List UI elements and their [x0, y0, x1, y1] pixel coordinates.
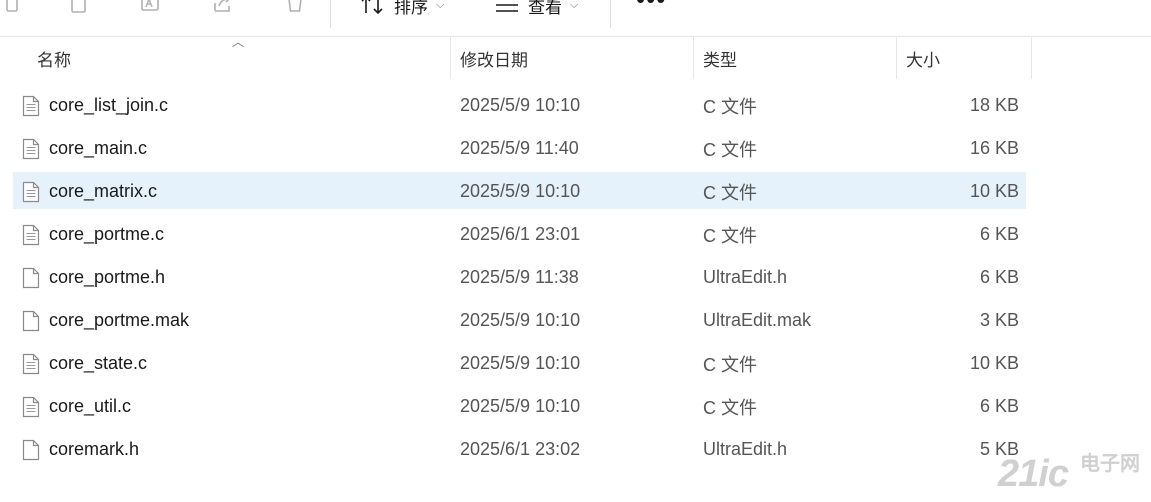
column-header-date[interactable]: 修改日期: [460, 37, 528, 79]
file-type: UltraEdit.h: [703, 267, 788, 287]
file-row[interactable]: core_util.c 2025/5/9 10:10 C 文件 6 KB: [0, 385, 1151, 428]
file-date: 2025/5/9 11:38: [460, 267, 579, 287]
file-size: 10 KB: [969, 353, 1019, 373]
copy-icon[interactable]: [2, 0, 28, 17]
file-date: 2025/6/1 23:02: [460, 439, 581, 459]
file-type: C 文件: [703, 225, 757, 246]
blank-file-icon: [20, 256, 42, 299]
file-row[interactable]: core_portme.mak 2025/5/9 10:10 UltraEdit.m…: [0, 299, 1151, 342]
column-divider[interactable]: [450, 37, 451, 79]
sort-ascending-icon: ︿: [232, 35, 245, 49]
column-divider[interactable]: [896, 37, 897, 79]
file-name[interactable]: core_util.c: [49, 385, 131, 428]
rename-icon[interactable]: [138, 0, 164, 17]
file-size: 6 KB: [979, 396, 1019, 416]
toolbar-divider: [610, 0, 611, 28]
file-name[interactable]: coremark.h: [49, 428, 139, 471]
file-size: 18 KB: [969, 95, 1019, 115]
file-date: 2025/5/9 10:10: [460, 181, 581, 201]
file-size: 6 KB: [979, 224, 1019, 244]
watermark-cn: 电子网: [1080, 453, 1140, 475]
chevron-down-icon: ⌵: [570, 0, 579, 11]
text-file-icon: [20, 84, 42, 127]
file-name[interactable]: core_matrix.c: [49, 170, 157, 213]
file-row[interactable]: core_list_join.c 2025/5/9 10:10 C 文件 18 KB: [0, 84, 1151, 127]
file-name[interactable]: core_portme.c: [49, 213, 164, 256]
file-name[interactable]: core_state.c: [49, 342, 147, 385]
column-header: ︿ 名称 修改日期 类型 大小: [0, 35, 1151, 79]
watermark-brand: 21ic: [998, 453, 1069, 495]
file-name[interactable]: core_list_join.c: [49, 84, 168, 127]
file-row[interactable]: core_matrix.c 2025/5/9 10:10 C 文件 10 KB: [0, 170, 1151, 213]
file-name[interactable]: core_main.c: [49, 127, 147, 170]
file-name[interactable]: core_portme.mak: [49, 299, 189, 342]
file-type: UltraEdit.mak: [703, 310, 812, 330]
file-row[interactable]: core_portme.h 2025/5/9 11:38 UltraEdit.h 6 …: [0, 256, 1151, 299]
file-type: C 文件: [703, 182, 757, 203]
view-menu[interactable]: 查看 ⌵: [494, 0, 578, 17]
file-date: 2025/5/9 11:40: [460, 138, 579, 158]
sort-label: 排序: [394, 0, 428, 17]
file-date: 2025/5/9 10:10: [460, 353, 581, 373]
view-icon: [496, 4, 518, 12]
file-row[interactable]: core_state.c 2025/5/9 10:10 C 文件 10 KB: [0, 342, 1151, 385]
sort-icon: [361, 0, 383, 15]
file-type: C 文件: [703, 96, 757, 117]
text-file-icon: [20, 213, 42, 256]
text-file-icon: [20, 385, 42, 428]
file-type: C 文件: [703, 354, 757, 375]
text-file-icon: [20, 170, 42, 213]
share-icon[interactable]: [210, 0, 236, 17]
file-list: core_list_join.c 2025/5/9 10:10 C 文件 18 KB c…: [0, 84, 1151, 471]
column-divider[interactable]: [693, 37, 694, 79]
column-divider[interactable]: [1031, 37, 1032, 79]
file-date: 2025/5/9 10:10: [460, 310, 581, 330]
column-header-type[interactable]: 类型: [703, 37, 737, 79]
file-row[interactable]: core_portme.c 2025/6/1 23:01 C 文件 6 KB: [0, 213, 1151, 256]
blank-file-icon: [20, 428, 42, 471]
delete-icon[interactable]: [282, 0, 308, 17]
file-size: 3 KB: [979, 310, 1019, 330]
view-label: 查看: [528, 0, 562, 17]
file-size: 16 KB: [969, 138, 1019, 158]
paste-icon[interactable]: [66, 0, 92, 17]
file-date: 2025/6/1 23:01: [460, 224, 581, 244]
command-bar: 排序 ⌵ 查看 ⌵ •••: [0, 0, 1151, 37]
chevron-down-icon: ⌵: [436, 0, 445, 11]
file-type: C 文件: [703, 139, 757, 160]
file-type: C 文件: [703, 397, 757, 418]
file-name[interactable]: core_portme.h: [49, 256, 165, 299]
file-row[interactable]: coremark.h 2025/6/1 23:02 UltraEdit.h 5 KB: [0, 428, 1151, 471]
file-size: 10 KB: [969, 181, 1019, 201]
file-size: 6 KB: [979, 267, 1019, 287]
sort-menu[interactable]: 排序 ⌵: [360, 0, 444, 17]
column-header-size[interactable]: 大小: [906, 37, 940, 79]
toolbar-divider: [330, 0, 331, 28]
file-date: 2025/5/9 10:10: [460, 95, 581, 115]
text-file-icon: [20, 127, 42, 170]
column-header-name[interactable]: 名称: [37, 37, 71, 79]
more-options-button[interactable]: •••: [636, 0, 666, 12]
file-row[interactable]: core_main.c 2025/5/9 11:40 C 文件 16 KB: [0, 127, 1151, 170]
blank-file-icon: [20, 299, 42, 342]
watermark-logo: 21ic 电子网: [998, 452, 1146, 496]
file-type: UltraEdit.h: [703, 439, 788, 459]
text-file-icon: [20, 342, 42, 385]
file-date: 2025/5/9 10:10: [460, 396, 581, 416]
